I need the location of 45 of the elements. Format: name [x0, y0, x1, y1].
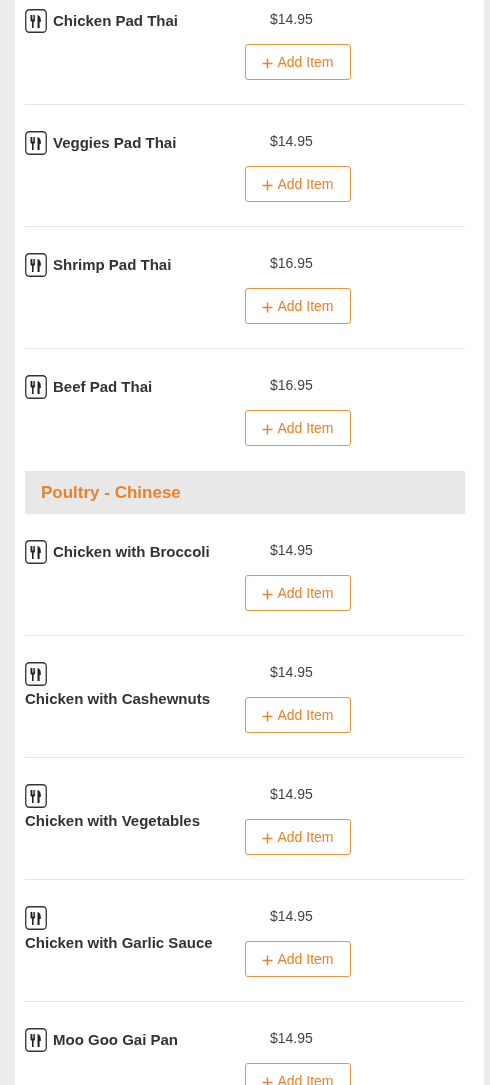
add-item-button[interactable]: Add Item — [245, 44, 351, 80]
dish-price: $14.95 — [270, 785, 313, 804]
add-item-button[interactable]: Add Item — [245, 575, 351, 611]
dish-price: $14.95 — [270, 907, 313, 926]
add-item-button[interactable]: Add Item — [245, 288, 351, 324]
fork-knife-icon — [25, 374, 47, 399]
dish-price: $14.95 — [270, 541, 313, 560]
plus-icon — [262, 833, 274, 844]
plus-icon — [262, 1077, 274, 1085]
plus-icon — [262, 711, 274, 722]
dish-name: Moo Goo Gai Pan — [53, 1030, 178, 1051]
dish-price: $14.95 — [270, 663, 313, 682]
fork-knife-icon — [25, 130, 47, 155]
plus-icon — [262, 180, 274, 191]
fork-knife-icon — [25, 8, 47, 33]
dish-price: $16.95 — [270, 376, 313, 395]
plus-icon — [262, 58, 274, 69]
fork-knife-icon — [25, 539, 47, 564]
dish-name: Chicken Pad Thai — [53, 11, 179, 32]
add-item-button[interactable]: Add Item — [245, 941, 351, 977]
dish-name: Veggies Pad Thai — [53, 133, 177, 154]
plus-icon — [262, 589, 274, 600]
dish-name: Chicken with Broccoli — [53, 542, 210, 563]
plus-icon — [262, 424, 274, 435]
dish-name: Chicken with Cashewnuts — [25, 689, 211, 710]
dish-name: Shrimp Pad Thai — [53, 255, 172, 276]
dish-name: Beef Pad Thai — [53, 377, 153, 398]
add-item-button[interactable]: Add Item — [245, 410, 351, 446]
dish-price: $16.95 — [270, 254, 313, 273]
dish-price: $14.95 — [270, 1029, 313, 1048]
fork-knife-icon — [25, 905, 47, 930]
fork-knife-icon — [25, 252, 47, 277]
add-item-button[interactable]: Add Item — [245, 697, 351, 733]
plus-icon — [262, 955, 274, 966]
dish-price: $14.95 — [270, 10, 313, 29]
category-title: Poultry - Chinese — [41, 482, 181, 503]
add-item-button[interactable]: Add Item — [245, 819, 351, 855]
fork-knife-icon — [25, 661, 47, 686]
fork-knife-icon — [25, 783, 47, 808]
add-item-button[interactable]: Add Item — [245, 166, 351, 202]
dish-price: $14.95 — [270, 132, 313, 151]
dish-name: Chicken with Garlic Sauce — [25, 933, 213, 954]
fork-knife-icon — [25, 1027, 47, 1052]
plus-icon — [262, 302, 274, 313]
dish-name: Chicken with Vegetables — [25, 811, 201, 832]
